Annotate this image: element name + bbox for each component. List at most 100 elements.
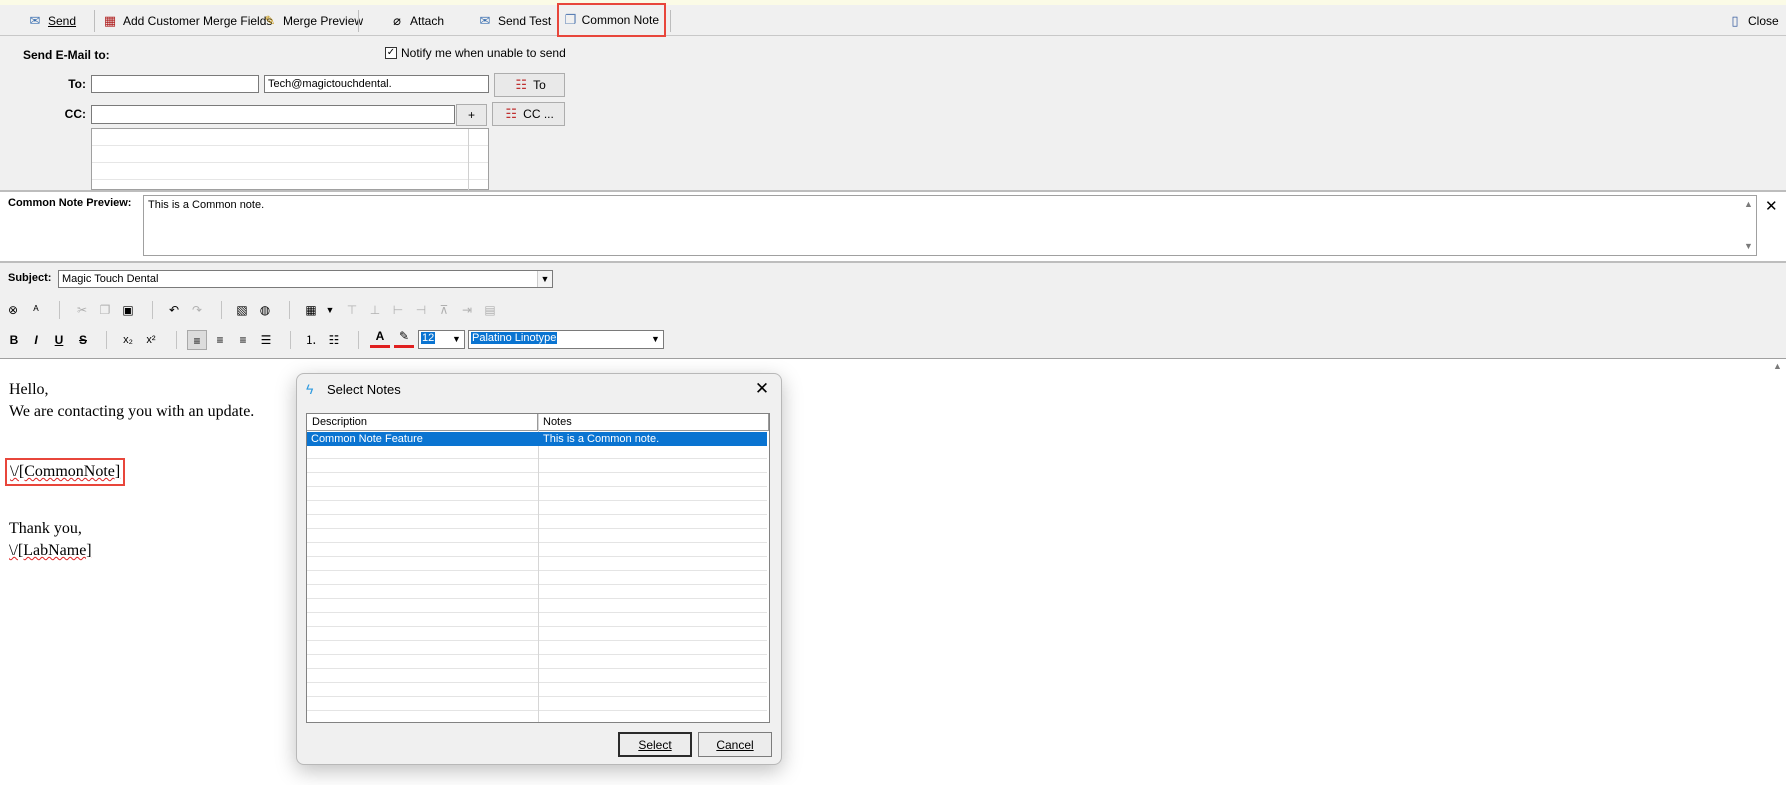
- toolbar-separator: [106, 331, 107, 349]
- message-editor[interactable]: Hello, We are contacting you with an upd…: [0, 358, 1786, 785]
- toolbar-separator: [94, 10, 95, 32]
- editor-line: \/[LabName]: [9, 542, 92, 560]
- table-delete-row-icon[interactable]: ⊼: [434, 300, 454, 320]
- table-insert-col-icon[interactable]: ⊢: [388, 300, 408, 320]
- address-book-icon: ☷: [505, 106, 517, 121]
- cc-input[interactable]: [91, 105, 455, 124]
- superscript-icon[interactable]: x²: [141, 330, 161, 350]
- align-right-icon[interactable]: ≡: [233, 330, 253, 350]
- cc-button[interactable]: ☷ CC ...: [492, 102, 565, 126]
- common-note-button[interactable]: ❐ Common Note: [557, 3, 666, 37]
- preview-text: This is a Common note.: [148, 199, 265, 211]
- toolbar-separator: [289, 301, 290, 319]
- font-family-select[interactable]: Palatino Linotype: [468, 330, 664, 349]
- app-logo-icon: ϟ: [306, 381, 314, 397]
- envelope-icon: ✉: [29, 12, 41, 28]
- preview-icon: ✎: [264, 12, 276, 28]
- to-label: To:: [68, 77, 86, 91]
- highlight-color-icon[interactable]: ✎: [394, 328, 414, 348]
- bullet-list-icon[interactable]: ☷: [324, 330, 344, 350]
- find-icon[interactable]: ⊗: [3, 300, 23, 320]
- subject-input[interactable]: Magic Touch Dental: [58, 270, 553, 288]
- select-notes-dialog: ϟ Select Notes ✕ Description Notes Commo…: [296, 373, 782, 765]
- add-merge-fields-button[interactable]: ▦ Add Customer Merge Fields: [97, 8, 277, 33]
- column-divider: [538, 414, 539, 722]
- insert-table-icon[interactable]: ▦: [301, 300, 321, 320]
- subscript-icon[interactable]: x₂: [118, 330, 138, 350]
- toolbar-separator: [358, 10, 359, 32]
- scroll-down-arrow[interactable]: ▼: [1744, 241, 1753, 251]
- preview-text-area[interactable]: This is a Common note.: [143, 195, 1757, 256]
- table-insert-row-below-icon[interactable]: ⊥: [365, 300, 385, 320]
- section-divider: [0, 261, 1786, 263]
- toolbar-separator: [152, 301, 153, 319]
- row-description: Common Note Feature: [311, 433, 423, 445]
- table-dropdown-arrow[interactable]: ▼: [320, 300, 340, 320]
- bold-icon[interactable]: B: [4, 330, 24, 350]
- envelope-icon: ✉: [479, 12, 491, 28]
- editor-scroll-up-arrow[interactable]: ▲: [1773, 361, 1782, 371]
- dialog-title: Select Notes: [327, 382, 401, 397]
- table-row[interactable]: Common Note Feature This is a Common not…: [307, 432, 767, 446]
- door-icon: ▯: [1731, 12, 1739, 28]
- close-button[interactable]: ▯ Close: [1722, 8, 1784, 33]
- dialog-close-icon[interactable]: ✕: [751, 378, 773, 400]
- cc-list[interactable]: [91, 128, 489, 191]
- undo-icon[interactable]: ↶: [164, 300, 184, 320]
- font-color-icon[interactable]: A: [370, 328, 390, 348]
- table-icon: ▦: [103, 12, 117, 28]
- insert-link-icon[interactable]: ◍: [255, 300, 275, 320]
- paste-icon[interactable]: ▣: [118, 300, 138, 320]
- numbered-list-icon[interactable]: ⒈: [301, 330, 321, 350]
- paperclip-icon: ⌀: [393, 12, 401, 28]
- to-name-input[interactable]: [91, 75, 259, 93]
- copy-icon[interactable]: ❐: [95, 300, 115, 320]
- attach-button[interactable]: ⌀ Attach: [384, 8, 449, 33]
- toolbar-separator: [670, 10, 671, 32]
- column-header-description[interactable]: Description: [307, 414, 538, 431]
- font-family-dropdown-arrow[interactable]: ▼: [648, 331, 663, 348]
- toolbar-separator: [59, 301, 60, 319]
- scroll-up-arrow[interactable]: ▲: [1744, 199, 1753, 209]
- toolbar-separator: [290, 331, 291, 349]
- notify-label: Notify me when unable to send: [401, 46, 566, 60]
- notify-checkbox[interactable]: ✓: [385, 47, 397, 59]
- table-insert-row-icon[interactable]: ⊤: [342, 300, 362, 320]
- table-delete-col-icon[interactable]: ⇥: [457, 300, 477, 320]
- justify-icon[interactable]: ☰: [256, 330, 276, 350]
- font-size-dropdown-arrow[interactable]: ▼: [449, 331, 464, 348]
- underline-icon[interactable]: U: [49, 330, 69, 350]
- toolbar-separator: [221, 301, 222, 319]
- address-book-icon: ☷: [515, 77, 527, 92]
- spellcheck-icon[interactable]: ᴬ: [26, 300, 46, 320]
- row-notes: This is a Common note.: [543, 433, 660, 445]
- merge-field-text: \/[CommonNote]: [10, 463, 121, 480]
- align-left-icon[interactable]: ≡: [187, 330, 207, 350]
- send-to-heading: Send E-Mail to:: [23, 48, 110, 62]
- to-button[interactable]: ☷ To: [494, 73, 565, 97]
- table-merge-icon[interactable]: ▤: [480, 300, 500, 320]
- redo-icon[interactable]: ↷: [187, 300, 207, 320]
- toolbar-separator: [176, 331, 177, 349]
- send-test-button[interactable]: ✉ Send Test: [472, 8, 556, 33]
- subject-dropdown-arrow[interactable]: ▼: [537, 271, 552, 287]
- notes-grid[interactable]: Description Notes Common Note Feature Th…: [306, 413, 770, 723]
- table-insert-col-right-icon[interactable]: ⊣: [411, 300, 431, 320]
- to-email-input[interactable]: Tech@magictouchdental.: [264, 75, 489, 93]
- italic-icon[interactable]: I: [26, 330, 46, 350]
- preview-label: Common Note Preview:: [8, 197, 132, 209]
- note-icon: ❐: [564, 12, 577, 27]
- align-center-icon[interactable]: ≡: [210, 330, 230, 350]
- strikethrough-icon[interactable]: S: [73, 330, 93, 350]
- insert-image-icon[interactable]: ▧: [232, 300, 252, 320]
- merge-preview-button[interactable]: ✎ Merge Preview: [257, 8, 368, 33]
- cut-icon[interactable]: ✂: [72, 300, 92, 320]
- select-button[interactable]: Select: [618, 732, 692, 757]
- column-header-notes[interactable]: Notes: [538, 414, 769, 431]
- subject-label: Subject:: [8, 272, 52, 284]
- cc-add-button[interactable]: +: [456, 104, 487, 126]
- cancel-button[interactable]: Cancel: [698, 732, 772, 757]
- preview-close-icon[interactable]: ✕: [1765, 197, 1778, 215]
- send-button[interactable]: ✉ Send: [22, 8, 81, 33]
- cc-list-divider: [468, 129, 469, 191]
